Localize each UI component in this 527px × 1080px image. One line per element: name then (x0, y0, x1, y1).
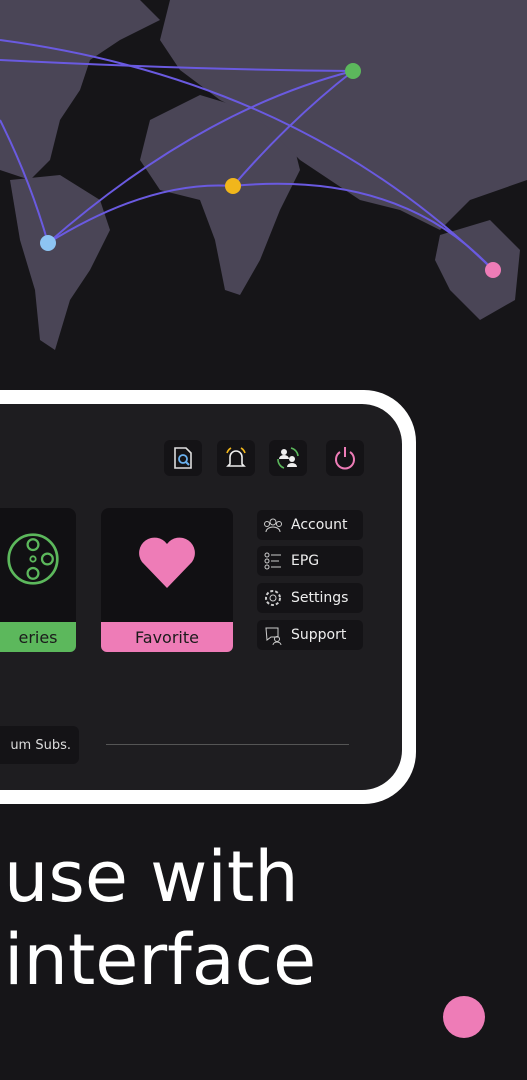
menu-label: Account (291, 517, 348, 533)
series-tile[interactable]: eries (0, 508, 76, 652)
divider (106, 744, 349, 745)
support-icon (265, 627, 282, 645)
list-icon (264, 552, 281, 570)
search-document-button[interactable] (164, 440, 202, 476)
headline-line-1: use with (4, 836, 299, 918)
menu-item-support[interactable]: Support (257, 620, 363, 650)
continents (0, 0, 527, 350)
switch-user-icon (277, 447, 299, 469)
notifications-button[interactable] (217, 440, 255, 476)
menu-item-settings[interactable]: Settings (257, 583, 363, 613)
switch-user-button[interactable] (269, 440, 307, 476)
app-screen: eries Favorite Account EPG Settings Supp… (0, 404, 402, 790)
map-point-pink (485, 262, 501, 278)
gear-icon (265, 590, 281, 606)
series-label: eries (0, 622, 76, 652)
bell-icon (226, 447, 246, 467)
map-point-blue (40, 235, 56, 251)
favorite-label: Favorite (101, 622, 233, 652)
premium-subscription-button[interactable]: um Subs. (0, 726, 79, 764)
menu-label: Settings (291, 590, 349, 606)
menu-item-epg[interactable]: EPG (257, 546, 363, 576)
menu-label: Support (291, 627, 347, 643)
device-frame: eries Favorite Account EPG Settings Supp… (0, 390, 416, 804)
world-map (0, 0, 527, 350)
search-document-icon (174, 447, 192, 469)
map-point-green (345, 63, 361, 79)
menu-item-account[interactable]: Account (257, 510, 363, 540)
headline-line-2: interface (4, 919, 317, 1001)
favorite-tile[interactable]: Favorite (101, 508, 233, 652)
map-point-yellow (225, 178, 241, 194)
menu-label: EPG (291, 553, 320, 569)
group-icon (264, 518, 282, 533)
accent-dot (443, 996, 485, 1038)
power-button[interactable] (326, 440, 364, 476)
film-reel-icon (7, 533, 59, 585)
heart-icon (139, 537, 195, 588)
power-icon (335, 447, 355, 470)
